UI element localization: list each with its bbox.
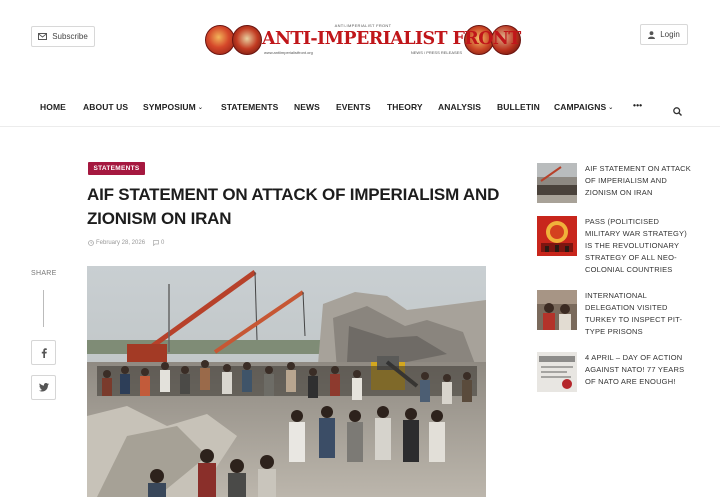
nav-divider — [0, 126, 720, 127]
subscribe-button[interactable]: Subscribe — [31, 26, 95, 47]
sidebar-post-3[interactable]: INTERNATIONAL DELEGATION VISITED TURKEY … — [537, 290, 707, 338]
sidebar-post-2-title[interactable]: PASS (POLITICISED MILITARY WAR STRATEGY)… — [585, 216, 695, 276]
logo-bottom-left: www.antiimperialistfront.org — [264, 50, 313, 55]
nav-item-analysis[interactable]: ANALYSIS — [438, 102, 481, 112]
nav-item-symposium[interactable]: SYMPOSIUM ⌄ — [143, 102, 203, 112]
sidebar-post-2[interactable]: PASS (POLITICISED MILITARY WAR STRATEGY)… — [537, 216, 707, 276]
share-twitter-button[interactable] — [31, 375, 56, 400]
logo-wordmark: ANTI-IMPERIALIST FRONT ANTI-IMPERIALIST … — [262, 22, 521, 58]
logo-title: ANTI-IMPERIALIST FRONT — [262, 29, 521, 49]
clock-icon — [88, 240, 94, 246]
nav-item-campaigns[interactable]: CAMPAIGNS ⌄ — [554, 102, 613, 112]
logo-bottom-text: www.antiimperialistfront.org NEWS / PRES… — [264, 50, 462, 55]
chevron-down-icon: ⌄ — [608, 105, 614, 111]
logo-emblem-left-2 — [232, 25, 262, 55]
article-title: AIF STATEMENT ON ATTACK OF IMPERIALISM A… — [87, 185, 500, 228]
site-logo[interactable]: ANTI-IMPERIALIST FRONT ANTI-IMPERIALIST … — [205, 22, 521, 58]
logo-emblem-left-1 — [205, 25, 235, 55]
sidebar-post-4[interactable]: 4 APRIL – DAY OF ACTION AGAINST NATO! 77… — [537, 352, 707, 392]
more-menu-button[interactable]: ••• — [633, 100, 642, 110]
nav-item-bulletin[interactable]: BULLETIN — [497, 102, 540, 112]
sidebar-post-1-title[interactable]: AIF STATEMENT ON ATTACK OF IMPERIALISM A… — [585, 163, 695, 203]
subscribe-label: Subscribe — [52, 32, 88, 41]
facebook-icon — [41, 347, 47, 358]
user-icon — [648, 30, 656, 39]
nav-item-events[interactable]: EVENTS — [336, 102, 371, 112]
comment-icon — [153, 240, 159, 246]
login-button[interactable]: Login — [640, 24, 688, 45]
article-date-text: February 28, 2026 — [96, 240, 146, 246]
nav-item-theory[interactable]: THEORY — [387, 102, 423, 112]
search-button[interactable] — [673, 103, 682, 121]
search-icon — [673, 107, 682, 116]
nav-item-symposium-label: SYMPOSIUM — [143, 102, 196, 112]
hero-photo — [87, 266, 486, 497]
article-comments-count: 0 — [161, 240, 165, 246]
twitter-icon — [38, 383, 49, 392]
nav-item-home[interactable]: HOME — [40, 102, 66, 112]
article-hero-image — [87, 266, 486, 497]
share-divider — [43, 290, 44, 327]
nav-item-statements[interactable]: STATEMENTS — [221, 102, 278, 112]
sidebar-post-3-thumbnail[interactable] — [537, 290, 577, 330]
article-date: February 28, 2026 — [88, 240, 145, 246]
site-header: Subscribe ANTI-IMPERIALIST FRONT ANTI-IM… — [0, 0, 720, 78]
nav-item-about-us[interactable]: ABOUT US — [83, 102, 128, 112]
logo-bottom-right: NEWS / PRESS RELEASES — [410, 50, 462, 55]
sidebar-post-4-title[interactable]: 4 APRIL – DAY OF ACTION AGAINST NATO! 77… — [585, 352, 695, 392]
category-badge[interactable]: STATEMENTS — [88, 162, 145, 175]
chevron-down-icon: ⌄ — [197, 105, 203, 111]
nav-item-campaigns-label: CAMPAIGNS — [554, 102, 607, 112]
main-nav: HOME ABOUT US SYMPOSIUM ⌄ STATEMENTS NEWS… — [0, 96, 720, 120]
share-facebook-button[interactable] — [31, 340, 56, 365]
sidebar-post-3-title[interactable]: INTERNATIONAL DELEGATION VISITED TURKEY … — [585, 290, 695, 338]
mail-icon — [38, 33, 48, 40]
nav-item-news[interactable]: NEWS — [294, 102, 320, 112]
logo-top-text: ANTI-IMPERIALIST FRONT — [334, 23, 392, 28]
article-meta: February 28, 2026 0 — [88, 240, 164, 246]
sidebar-post-2-thumbnail[interactable] — [537, 216, 577, 256]
sidebar-post-1[interactable]: AIF STATEMENT ON ATTACK OF IMPERIALISM A… — [537, 163, 707, 203]
sidebar-post-4-thumbnail[interactable] — [537, 352, 577, 392]
article-comments[interactable]: 0 — [153, 240, 164, 246]
sidebar-post-1-thumbnail[interactable] — [537, 163, 577, 203]
share-label: SHARE — [31, 270, 57, 277]
login-label: Login — [660, 30, 680, 39]
